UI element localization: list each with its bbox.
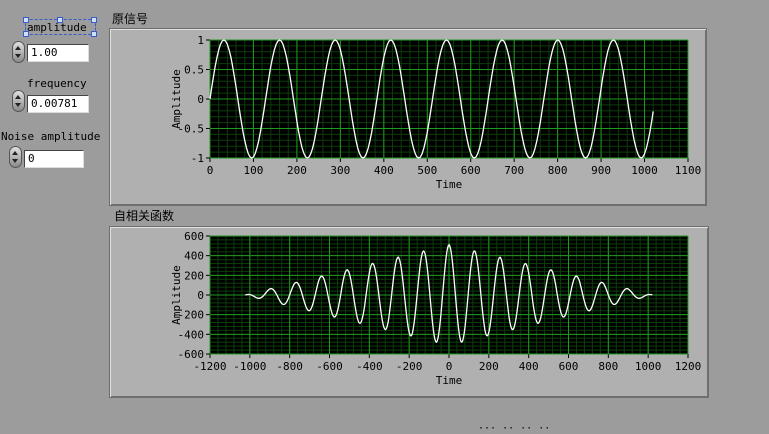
original-signal-x-tick-label: 600: [461, 164, 481, 177]
increment-arrow-icon[interactable]: [15, 46, 21, 50]
original-signal-x-tick-label: 700: [504, 164, 524, 177]
original-signal-y-tick-label: 0.5: [184, 64, 204, 77]
amplitude-label: amplitude: [27, 21, 87, 34]
autocorrelation-y-tick-label: 0: [197, 289, 204, 302]
autocorrelation-y-tick-label: 600: [184, 230, 204, 243]
original-signal-y-tick-label: -1: [191, 152, 204, 165]
original-signal-y-axis-title: Amplitude: [170, 69, 183, 129]
autocorrelation-x-tick-label: 1200: [675, 360, 702, 373]
noise-amplitude-label: Noise amplitude: [1, 130, 101, 143]
frequency-label: frequency: [27, 77, 87, 90]
frequency-spinner[interactable]: [12, 90, 25, 112]
original-signal-x-tick-label: 800: [548, 164, 568, 177]
frequency-input[interactable]: 0.00781: [27, 95, 89, 113]
autocorrelation-title: 自相关函数: [114, 209, 175, 223]
autocorrelation-x-tick-label: -1200: [193, 360, 226, 373]
original-signal-x-tick-label: 1100: [675, 164, 702, 177]
noise-amplitude-input[interactable]: 0: [24, 150, 84, 168]
original-signal-x-axis-title: Time: [436, 178, 463, 191]
autocorrelation-x-tick-label: 600: [559, 360, 579, 373]
autocorrelation-x-tick-label: -200: [396, 360, 423, 373]
original-signal-x-tick-label: 300: [330, 164, 350, 177]
original-signal-y-tick-label: 1: [197, 34, 204, 47]
original-signal-chart: 0 100 200 300 400 500 600 700 800 900 1000 1100 1 0.5…: [170, 34, 702, 191]
autocorrelation-y-tick-label: -600: [178, 348, 205, 361]
autocorrelation-x-tick-label: 0: [446, 360, 453, 373]
autocorrelation-chart: -1200 -1000 -800 -600 -400 -200 0 200 400 600 800 1…: [170, 230, 702, 387]
increment-arrow-icon[interactable]: [15, 95, 21, 99]
original-signal-y-tick-label: 0: [197, 93, 204, 106]
decrement-arrow-icon[interactable]: [15, 54, 21, 58]
autocorrelation-x-tick-label: -600: [316, 360, 343, 373]
autocorrelation-x-tick-label: 800: [598, 360, 618, 373]
autocorrelation-x-tick-label: 200: [479, 360, 499, 373]
autocorrelation-x-tick-label: 400: [519, 360, 539, 373]
bottom-label: ··· ·· ·· ··: [478, 423, 551, 434]
original-signal-x-tick-label: 0: [207, 164, 214, 177]
increment-arrow-icon[interactable]: [12, 151, 18, 155]
autocorrelation-y-tick-label: -400: [178, 328, 205, 341]
original-signal-x-tick-label: 500: [417, 164, 437, 177]
autocorrelation-x-tick-label: 1000: [635, 360, 662, 373]
autocorrelation-y-tick-label: 400: [184, 250, 204, 263]
original-signal-x-tick-label: 100: [244, 164, 264, 177]
original-signal-x-tick-label: 200: [287, 164, 307, 177]
noise-amplitude-spinner[interactable]: [9, 146, 22, 168]
autocorrelation-y-tick-label: 200: [184, 269, 204, 282]
original-signal-x-tick-label: 900: [591, 164, 611, 177]
amplitude-input[interactable]: 1.00: [27, 44, 89, 62]
autocorrelation-y-axis-title: Amplitude: [170, 265, 183, 325]
autocorrelation-x-tick-label: -800: [276, 360, 303, 373]
autocorrelation-x-tick-label: -400: [356, 360, 383, 373]
autocorrelation-x-axis-title: Time: [436, 374, 463, 387]
amplitude-spinner[interactable]: [12, 41, 25, 63]
decrement-arrow-icon[interactable]: [12, 159, 18, 163]
original-signal-x-tick-label: 400: [374, 164, 394, 177]
decrement-arrow-icon[interactable]: [15, 103, 21, 107]
autocorrelation-x-tick-label: -1000: [233, 360, 266, 373]
original-signal-x-tick-label: 1000: [631, 164, 658, 177]
selection-handle[interactable]: [91, 17, 97, 23]
selection-handle[interactable]: [91, 31, 97, 37]
original-signal-title: 原信号: [112, 12, 149, 26]
